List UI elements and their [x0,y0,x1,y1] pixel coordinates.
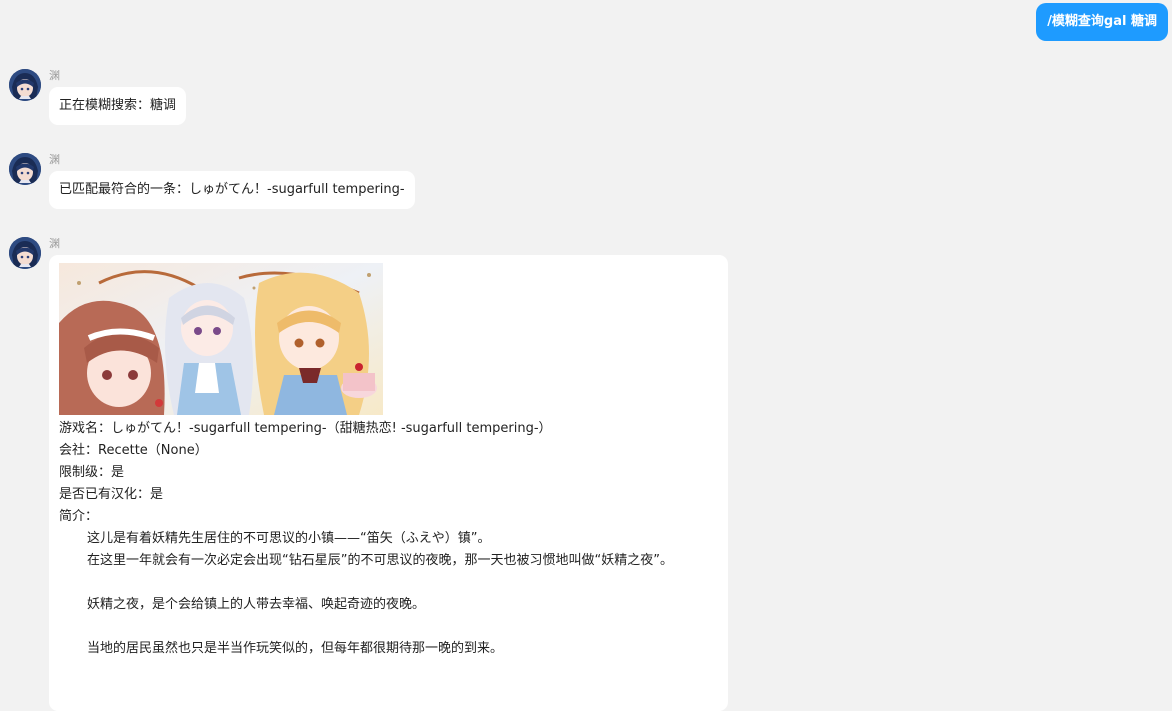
intro-line: 这儿是有着妖精先生居住的不可思议的小镇——“笛矢（ふえや）镇”。 [87,531,491,546]
intro-label: 简介： [59,509,99,524]
game-name-label: 游戏名： [59,421,112,436]
rating-value: 是 [111,465,125,480]
intro-line: 在这里一年就会有一次必定会出现“钻石星辰”的不可思议的夜晚，那一天也被习惯地叫做… [87,553,673,568]
rating-label: 限制级： [59,465,112,480]
company-label: 会社： [59,443,99,458]
intro-blank-line [59,616,718,638]
bot-message-bubble: 已匹配最符合的一条：しゅがてん！-sugarfull tempering- [49,171,415,209]
intro-line: 当地的居民虽然也只是半当作玩笑似的，但每年都很期待那一晚的到来。 [87,641,504,656]
game-name-line: 游戏名：しゅがてん！-sugarfull tempering-（甜糖热恋! -s… [59,418,718,440]
game-info-bubble: 游戏名：しゅがてん！-sugarfull tempering-（甜糖热恋! -s… [49,255,728,711]
sender-name: 渊 [49,153,60,166]
bot-message-bubble: 正在模糊搜索：糖调 [49,87,187,125]
company-value: Recette（None） [98,443,208,458]
bot-avatar[interactable] [9,69,41,101]
localized-label: 是否已有汉化： [59,487,151,502]
rating-line: 限制级：是 [59,462,718,484]
company-line: 会社：Recette（None） [59,440,718,462]
sender-name: 渊 [49,237,60,250]
localized-line: 是否已有汉化：是 [59,484,718,506]
user-command-bubble: /模糊查询gal 糖调 [1036,3,1168,41]
intro-line: 妖精之夜，是个会给镇上的人带去幸福、唤起奇迹的夜晚。 [87,597,426,612]
intro-blank-line [59,572,718,594]
localized-value: 是 [150,487,164,502]
bot-avatar[interactable] [9,153,41,185]
bot-avatar[interactable] [9,237,41,269]
sender-name: 渊 [49,69,60,82]
game-banner-image[interactable] [59,263,383,415]
game-name-value: しゅがてん！-sugarfull tempering-（甜糖热恋! -sugar… [111,421,552,436]
